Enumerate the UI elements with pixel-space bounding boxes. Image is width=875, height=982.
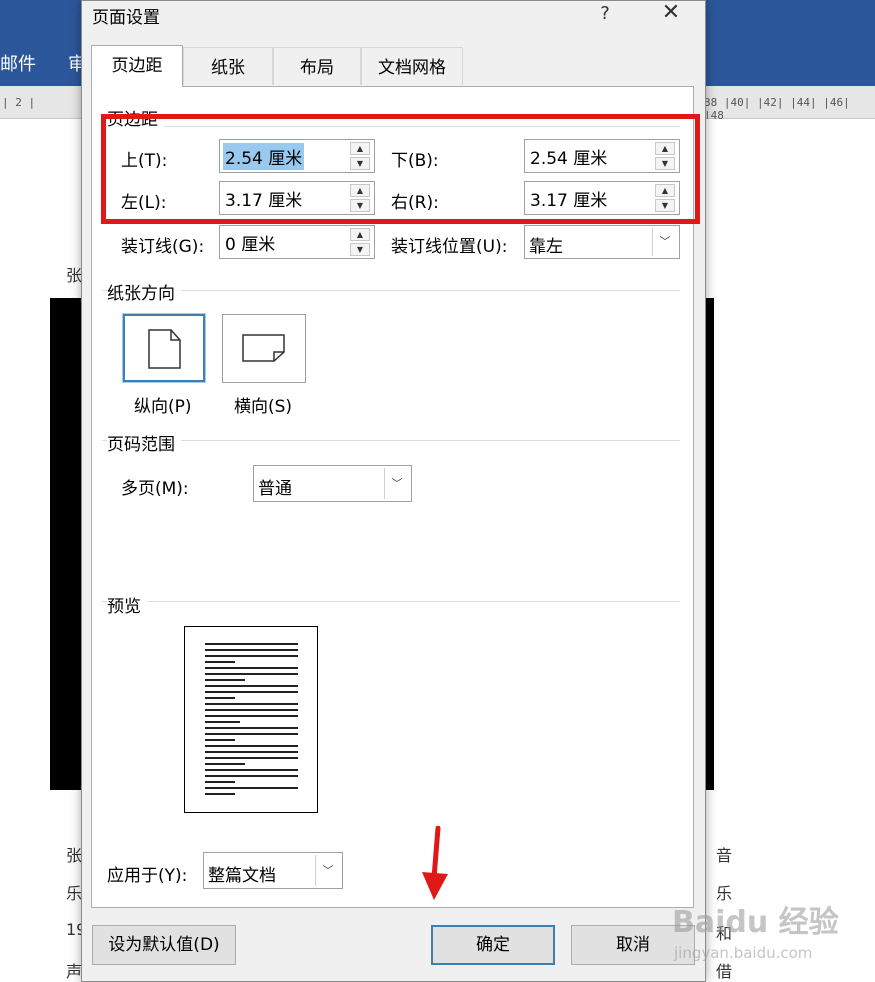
red-arrow-icon — [422, 826, 448, 900]
pages-section-label: 页码范围 — [107, 430, 181, 455]
document-text: 音 — [716, 846, 733, 865]
apply-to-select[interactable]: 整篇文档 ﹀ — [203, 852, 343, 889]
orientation-section-label: 纸张方向 — [107, 279, 181, 304]
baidu-watermark-logo: Baidu 经验 jingyan.baidu.com — [672, 905, 839, 962]
ribbon-tab-mailings[interactable]: 邮件 — [0, 50, 36, 76]
portrait-label[interactable]: 纵向(P) — [134, 392, 192, 417]
landscape-page-icon — [242, 334, 285, 362]
portrait-page-icon — [148, 329, 181, 369]
tab-paper[interactable]: 纸张 — [183, 47, 273, 85]
ruler-scale-left: | 2 | — [2, 96, 36, 109]
multiple-pages-label: 多页(M): — [121, 479, 189, 499]
section-divider — [102, 440, 680, 441]
watermark-brand: Baidu 经验 — [672, 905, 839, 940]
section-divider — [102, 601, 680, 602]
gutter-label: 装订线(G): — [121, 237, 205, 257]
chevron-down-icon[interactable]: ﹀ — [384, 468, 409, 499]
chevron-down-icon[interactable]: ﹀ — [315, 855, 340, 886]
spin-up-icon[interactable]: ▲ — [350, 228, 370, 241]
landscape-label[interactable]: 横向(S) — [234, 392, 292, 417]
close-button[interactable]: ✕ — [656, 1, 686, 27]
preview-thumbnail — [184, 626, 318, 813]
tab-layout[interactable]: 布局 — [273, 47, 361, 85]
multiple-pages-value: 普通 — [258, 479, 292, 499]
apply-to-value: 整篇文档 — [208, 866, 276, 886]
section-divider — [102, 290, 680, 291]
chevron-down-icon[interactable]: ﹀ — [652, 228, 677, 256]
document-text: 张 — [66, 846, 83, 865]
gutter-position-label: 装订线位置(U): — [391, 237, 508, 257]
gutter-position-value: 靠左 — [529, 237, 563, 257]
set-default-button[interactable]: 设为默认值(D) — [92, 925, 236, 965]
gutter-value[interactable]: 0 厘米 — [223, 229, 277, 256]
gutter-spinner[interactable]: 0 厘米 ▲ ▼ — [219, 225, 375, 259]
apply-to-label: 应用于(Y): — [107, 866, 188, 886]
help-button[interactable]: ? — [590, 1, 620, 27]
portrait-button[interactable] — [122, 313, 206, 383]
spin-down-icon[interactable]: ▼ — [350, 243, 370, 256]
document-text: 声 — [66, 962, 83, 981]
watermark-url: jingyan.baidu.com — [673, 944, 812, 962]
dialog-title: 页面设置 — [92, 8, 160, 28]
document-text: 乐 — [66, 884, 83, 903]
tab-margins[interactable]: 页边距 — [91, 45, 183, 87]
ok-button[interactable]: 确定 — [431, 925, 555, 965]
document-text: 张 — [66, 266, 83, 285]
highlight-box — [101, 114, 700, 224]
multiple-pages-select[interactable]: 普通 ﹀ — [253, 465, 412, 502]
tab-document-grid[interactable]: 文档网格 — [361, 47, 463, 85]
preview-section-label: 预览 — [107, 592, 147, 617]
gutter-position-select[interactable]: 靠左 ﹀ — [524, 225, 680, 259]
landscape-button[interactable] — [222, 314, 306, 383]
